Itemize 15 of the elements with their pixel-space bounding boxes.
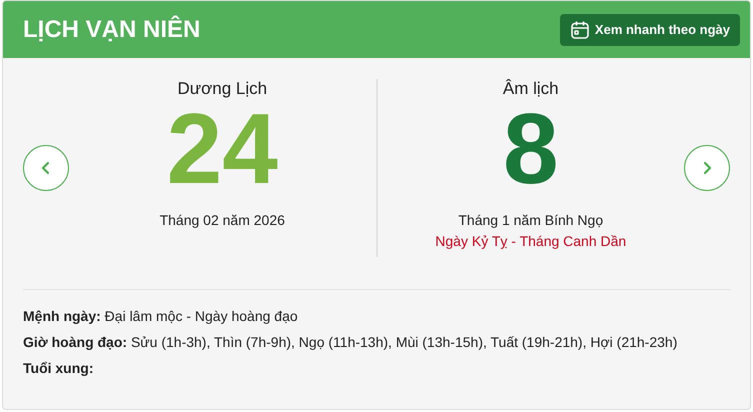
next-day-button[interactable] — [684, 145, 730, 191]
solar-calendar-heading: Dương Lịch — [177, 79, 268, 99]
detail-line: Tuổi xung: — [23, 360, 94, 377]
detail-line: Giờ hoàng đạo: Sửu (1h-3h), Thìn (7h-9h), Ngọ (11h-13h), Mùi (13h-15h), Tuất (19h-21h), Hợi (21h-23h) — [23, 334, 678, 351]
lunar-calendar-heading: Âm lịch — [502, 79, 559, 99]
quick-view-button[interactable]: Xem nhanh theo ngày — [560, 14, 740, 46]
calendar-icon — [570, 20, 590, 40]
solar-day-number: 24 — [166, 99, 278, 199]
lunar-day-month-names: Ngày Kỷ Tỵ - Tháng Canh Dần — [435, 233, 626, 249]
detail-line: Mệnh ngày: Đại lâm mộc - Ngày hoàng đạo — [23, 308, 299, 325]
lunar-month-year: Tháng 1 năm Bính Ngọ — [458, 212, 604, 228]
lunar-day-number: 8 — [502, 99, 559, 199]
app-title: LỊCH VẠN NIÊN — [23, 16, 200, 44]
previous-day-button[interactable] — [23, 145, 69, 191]
solar-month-year: Tháng 02 năm 2026 — [160, 212, 285, 228]
